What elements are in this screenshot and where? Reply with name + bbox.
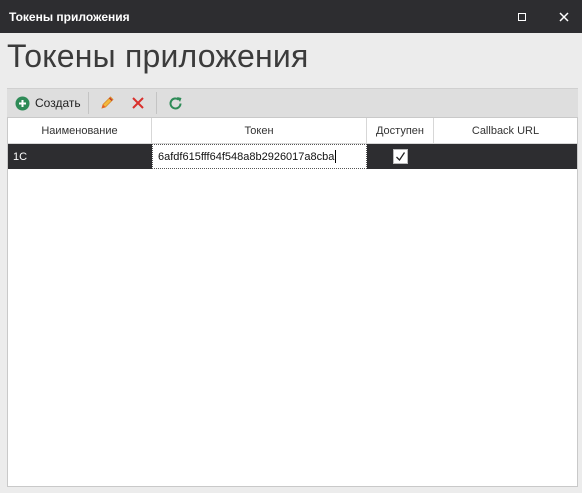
toolbar-separator: [88, 92, 89, 114]
cell-available[interactable]: [367, 144, 434, 169]
maximize-button[interactable]: [504, 0, 540, 33]
grid-header: Наименование Токен Доступен Callback URL: [8, 118, 577, 144]
delete-x-icon: [132, 97, 144, 109]
text-caret: [335, 150, 337, 163]
refresh-icon: [169, 96, 182, 109]
close-icon: [559, 11, 569, 22]
column-header-name[interactable]: Наименование: [8, 118, 152, 143]
table-row[interactable]: 1C 6afdf615fff64f548a8b2926017a8cba: [8, 144, 577, 169]
toolbar-separator: [156, 92, 157, 114]
cell-callback-url[interactable]: [434, 144, 577, 169]
column-header-available[interactable]: Доступен: [367, 118, 434, 143]
window-titlebar: Токены приложения: [0, 0, 582, 33]
plus-circle-icon: [15, 96, 30, 110]
tokens-grid: Наименование Токен Доступен Callback URL…: [7, 117, 578, 487]
window-title: Токены приложения: [9, 10, 130, 24]
page-title: Токены приложения: [7, 38, 309, 74]
toolbar: Создать: [7, 88, 578, 117]
create-button[interactable]: Создать: [15, 89, 81, 117]
cell-name[interactable]: 1C: [8, 144, 152, 169]
create-button-label: Создать: [35, 96, 81, 110]
maximize-icon: [518, 12, 526, 21]
refresh-button[interactable]: [168, 89, 183, 117]
close-button[interactable]: [546, 0, 582, 33]
edit-button[interactable]: [99, 89, 115, 117]
column-header-callback-url[interactable]: Callback URL: [434, 118, 577, 143]
delete-button[interactable]: [131, 89, 145, 117]
column-header-token[interactable]: Токен: [152, 118, 367, 143]
checkmark-icon: [396, 152, 406, 162]
pencil-icon: [101, 96, 114, 109]
cell-token-editor[interactable]: 6afdf615fff64f548a8b2926017a8cba: [152, 144, 367, 169]
available-checkbox[interactable]: [393, 149, 408, 164]
token-value: 6afdf615fff64f548a8b2926017a8cba: [158, 150, 335, 163]
